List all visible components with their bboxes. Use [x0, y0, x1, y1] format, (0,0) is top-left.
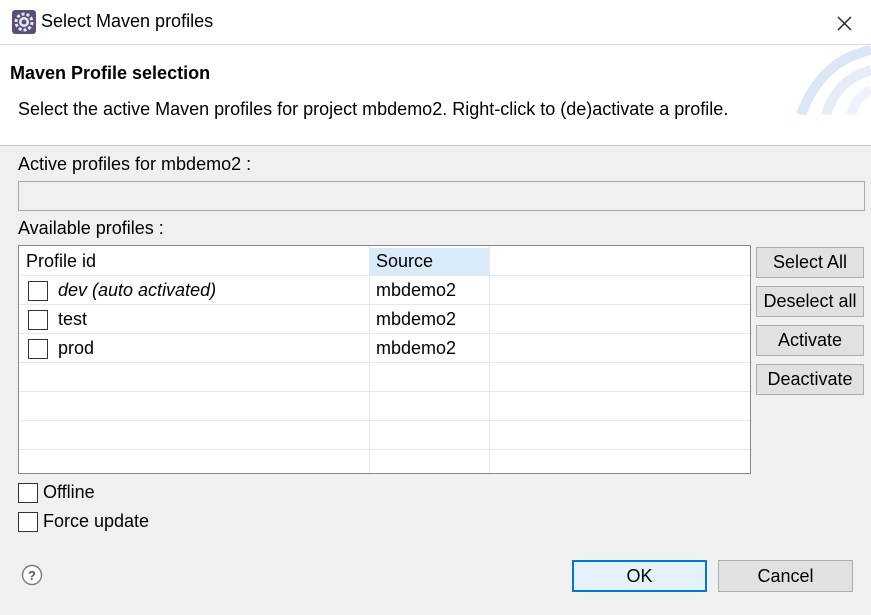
profiles-table[interactable]: Profile id Source dev (auto activated) m… — [18, 245, 751, 474]
profile-source: mbdemo2 — [376, 338, 457, 358]
help-icon[interactable]: ? — [21, 564, 43, 586]
offline-label[interactable]: Offline — [43, 482, 95, 503]
deactivate-button[interactable]: Deactivate — [756, 364, 864, 395]
empty-row — [19, 450, 750, 473]
title-bar: Select Maven profiles — [0, 0, 871, 45]
close-icon[interactable] — [826, 8, 862, 38]
profile-checkbox-prod[interactable] — [28, 339, 48, 359]
empty-row — [19, 363, 750, 392]
profile-source: mbdemo2 — [376, 309, 457, 329]
svg-text:?: ? — [28, 568, 36, 583]
active-profiles-field[interactable] — [18, 181, 865, 211]
cancel-button[interactable]: Cancel — [718, 560, 853, 592]
profile-id: dev (auto activated) — [58, 280, 217, 300]
table-row[interactable]: test mbdemo2 — [19, 305, 750, 334]
profile-id: prod — [58, 338, 95, 358]
deselect-all-button[interactable]: Deselect all — [756, 286, 864, 317]
column-header-profile-id[interactable]: Profile id — [26, 251, 96, 272]
active-profiles-label: Active profiles for mbdemo2 : — [18, 154, 252, 174]
profile-checkbox-dev[interactable] — [28, 281, 48, 301]
table-row[interactable]: dev (auto activated) mbdemo2 — [19, 276, 750, 305]
ok-button[interactable]: OK — [572, 560, 707, 592]
profile-source: mbdemo2 — [376, 280, 457, 300]
header-title: Maven Profile selection — [10, 63, 211, 83]
eclipse-gear-icon — [12, 10, 36, 34]
available-profiles-label: Available profiles : — [18, 218, 164, 238]
profile-checkbox-test[interactable] — [28, 310, 48, 330]
table-header: Profile id Source — [19, 247, 750, 276]
empty-row — [19, 421, 750, 450]
select-all-button[interactable]: Select All — [756, 247, 864, 278]
table-row[interactable]: prod mbdemo2 — [19, 334, 750, 363]
profile-id: test — [58, 309, 88, 329]
force-update-label[interactable]: Force update — [43, 511, 149, 532]
activate-button[interactable]: Activate — [756, 325, 864, 356]
dialog-header: Maven Profile selection Select the activ… — [0, 45, 871, 146]
force-update-checkbox[interactable] — [18, 512, 38, 532]
offline-checkbox[interactable] — [18, 483, 38, 503]
header-description: Select the active Maven profiles for pro… — [18, 99, 729, 119]
window-title: Select Maven profiles — [41, 11, 214, 31]
column-header-source[interactable]: Source — [376, 251, 433, 272]
empty-row — [19, 392, 750, 421]
banner-decoration — [796, 45, 871, 115]
